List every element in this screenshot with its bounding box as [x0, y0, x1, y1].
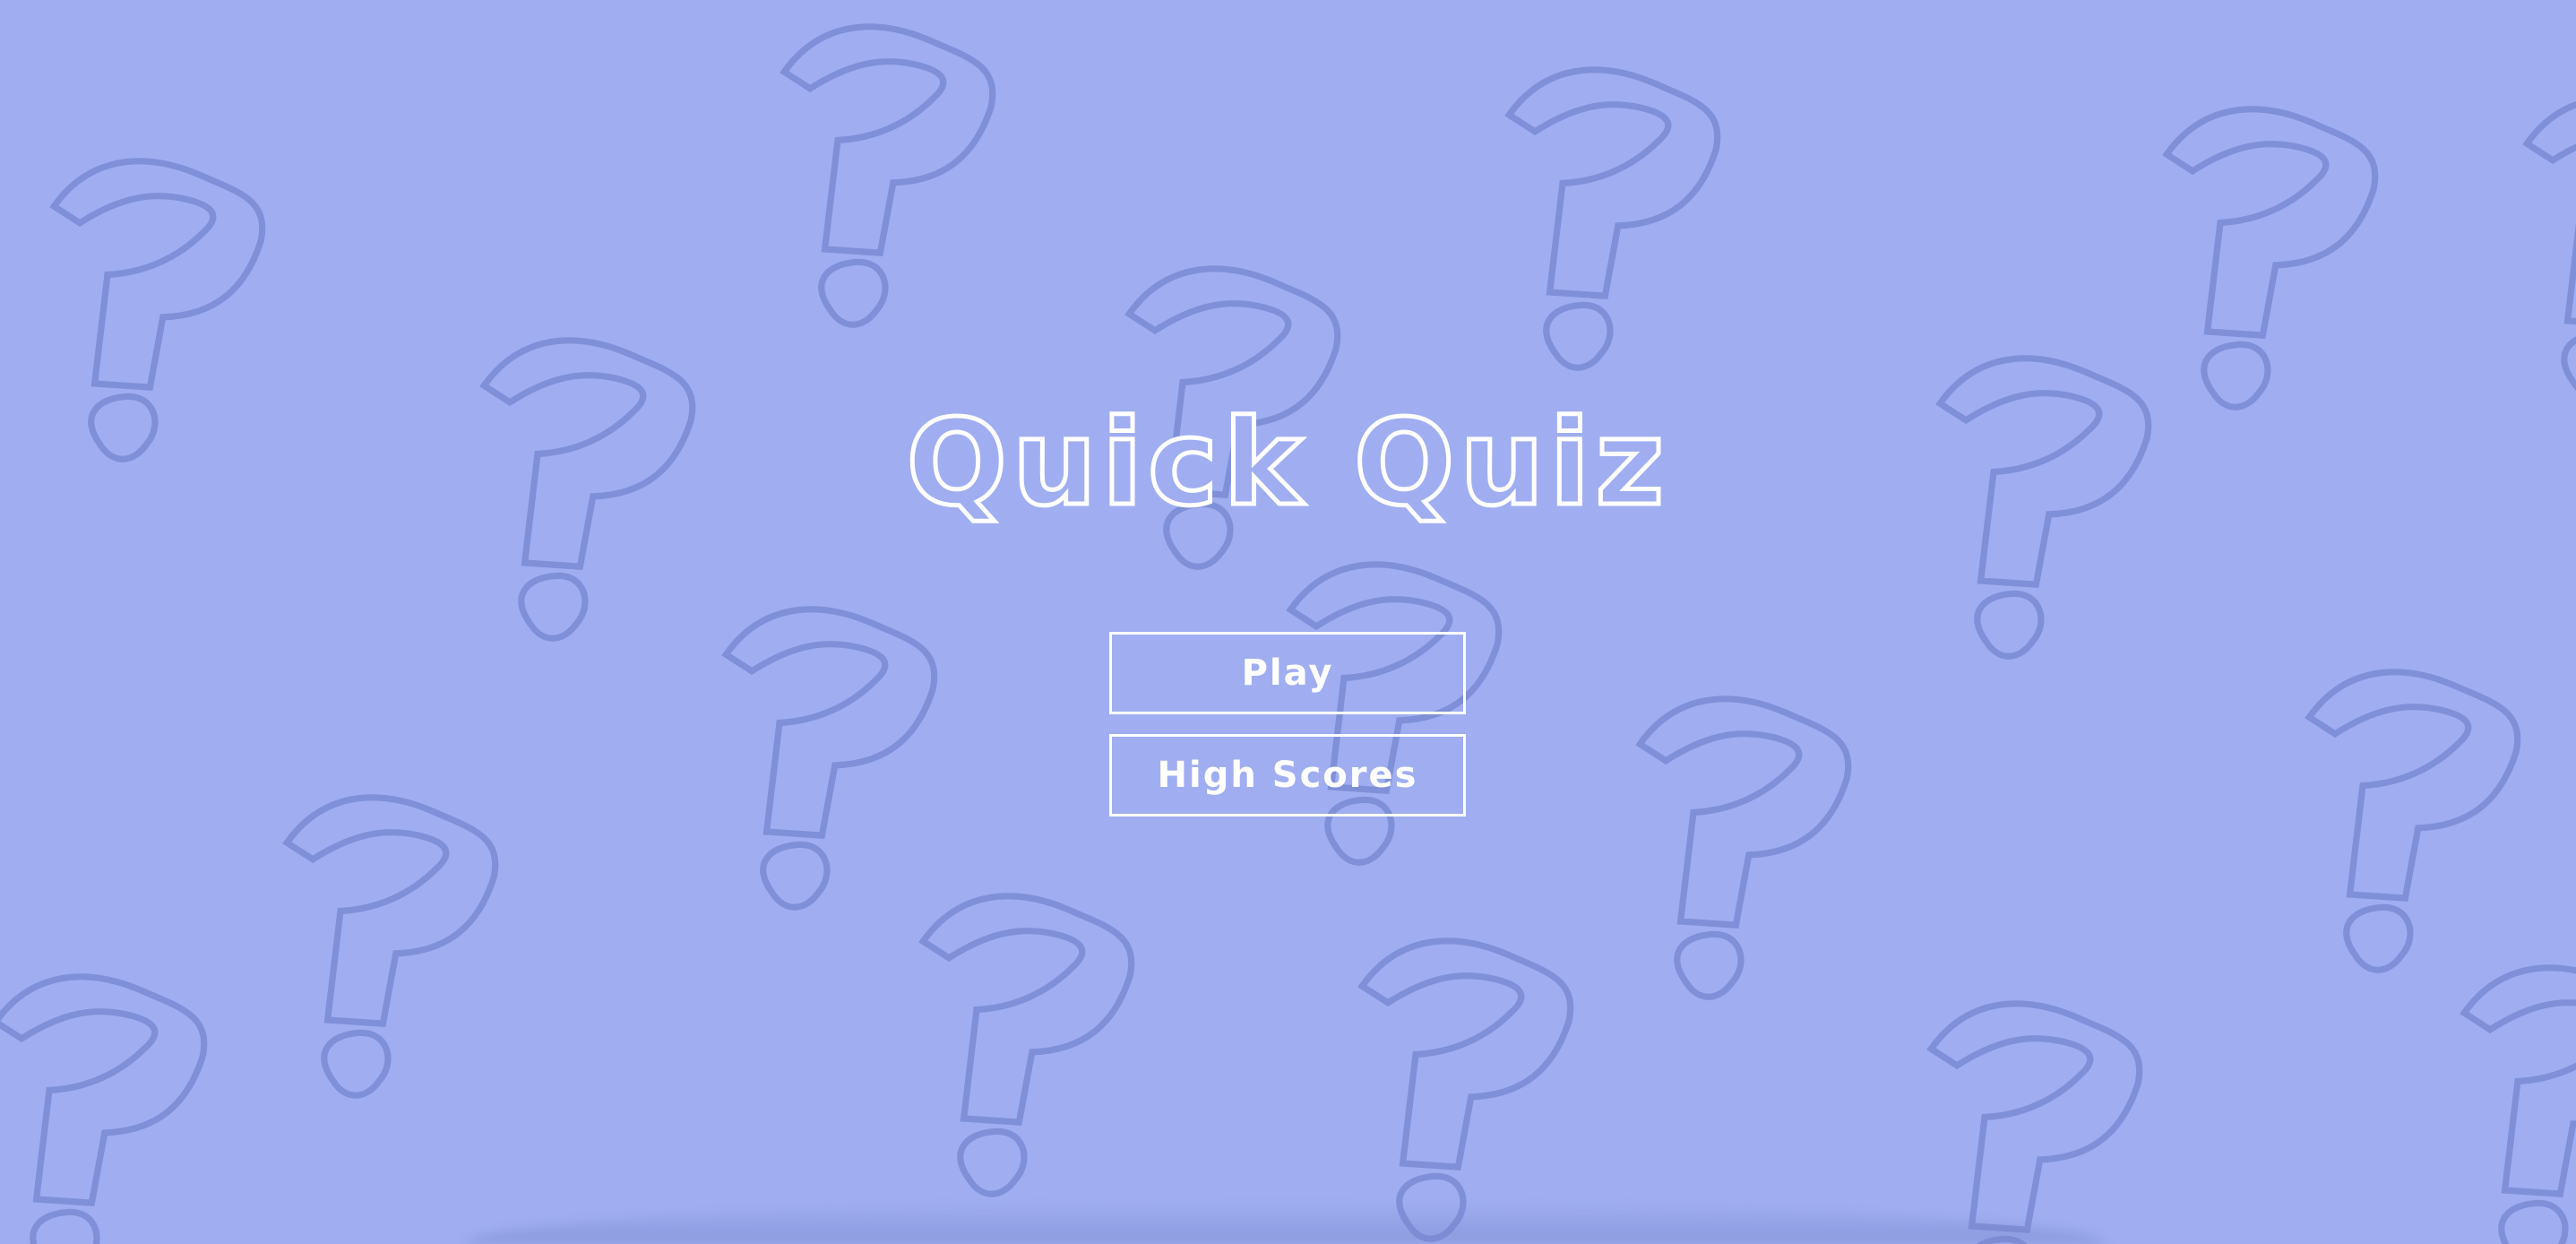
question-mark-icon: [287, 798, 495, 1095]
question-mark-icon: [1640, 699, 1848, 997]
question-mark-icon: [1509, 70, 1717, 367]
play-button[interactable]: Play: [1109, 632, 1466, 714]
question-mark-icon: [1931, 1004, 2139, 1244]
high-scores-button[interactable]: High Scores: [1109, 734, 1466, 816]
question-mark-icon: [2309, 672, 2517, 970]
question-mark-icon: [2464, 968, 2576, 1244]
question-mark-icon: [2527, 99, 2576, 396]
question-mark-pattern: [0, 0, 2576, 1244]
question-mark-icon: [726, 609, 934, 907]
question-mark-icon: [0, 977, 204, 1244]
question-mark-icon: [784, 27, 992, 324]
question-mark-icon: [2167, 109, 2374, 407]
question-mark-icon: [1362, 941, 1570, 1239]
page-title: Quick Quiz: [904, 393, 1670, 535]
question-mark-icon: [923, 896, 1131, 1194]
